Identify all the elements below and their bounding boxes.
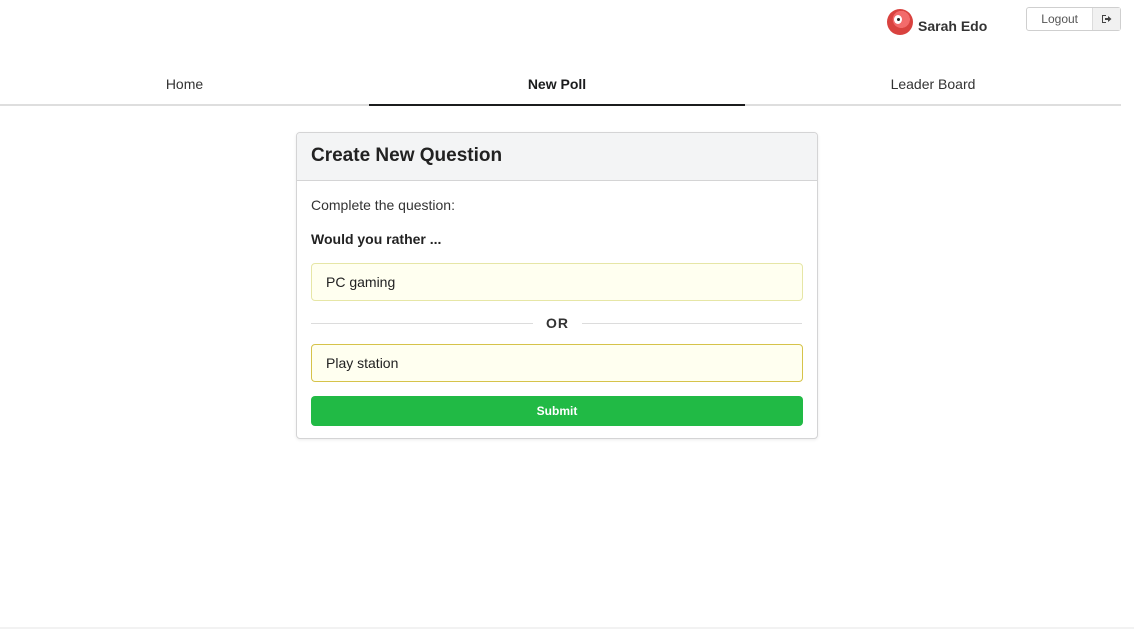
tab-leader-board[interactable]: Leader Board xyxy=(745,64,1121,104)
main-nav: Home New Poll Leader Board xyxy=(0,64,1121,106)
new-question-card: Create New Question Complete the questio… xyxy=(296,132,818,439)
option-one-input[interactable] xyxy=(311,263,803,301)
user-bar: Sarah Edo Logout xyxy=(887,7,1121,35)
logout-button[interactable]: Logout xyxy=(1026,7,1121,31)
page: Sarah Edo Logout Home New Poll Leader Bo… xyxy=(0,0,1134,629)
card-body: Complete the question: Would you rather … xyxy=(297,181,817,426)
option-two-input[interactable] xyxy=(311,344,803,382)
tab-new-poll[interactable]: New Poll xyxy=(369,64,745,106)
card-header: Create New Question xyxy=(297,133,817,181)
card-title: Create New Question xyxy=(311,145,503,166)
user-name: Sarah Edo xyxy=(918,18,988,34)
submit-button[interactable]: Submit xyxy=(311,396,803,426)
avatar xyxy=(887,9,914,35)
instructions-text: Complete the question: xyxy=(311,197,455,213)
tab-home[interactable]: Home xyxy=(0,64,369,104)
divider-line-right xyxy=(582,322,802,324)
sign-out-icon xyxy=(1092,8,1120,30)
question-prompt: Would you rather ... xyxy=(311,231,442,247)
divider-text: OR xyxy=(546,315,569,331)
logout-label: Logout xyxy=(1041,12,1078,26)
or-divider: OR xyxy=(311,313,803,333)
divider-line-left xyxy=(311,322,533,324)
